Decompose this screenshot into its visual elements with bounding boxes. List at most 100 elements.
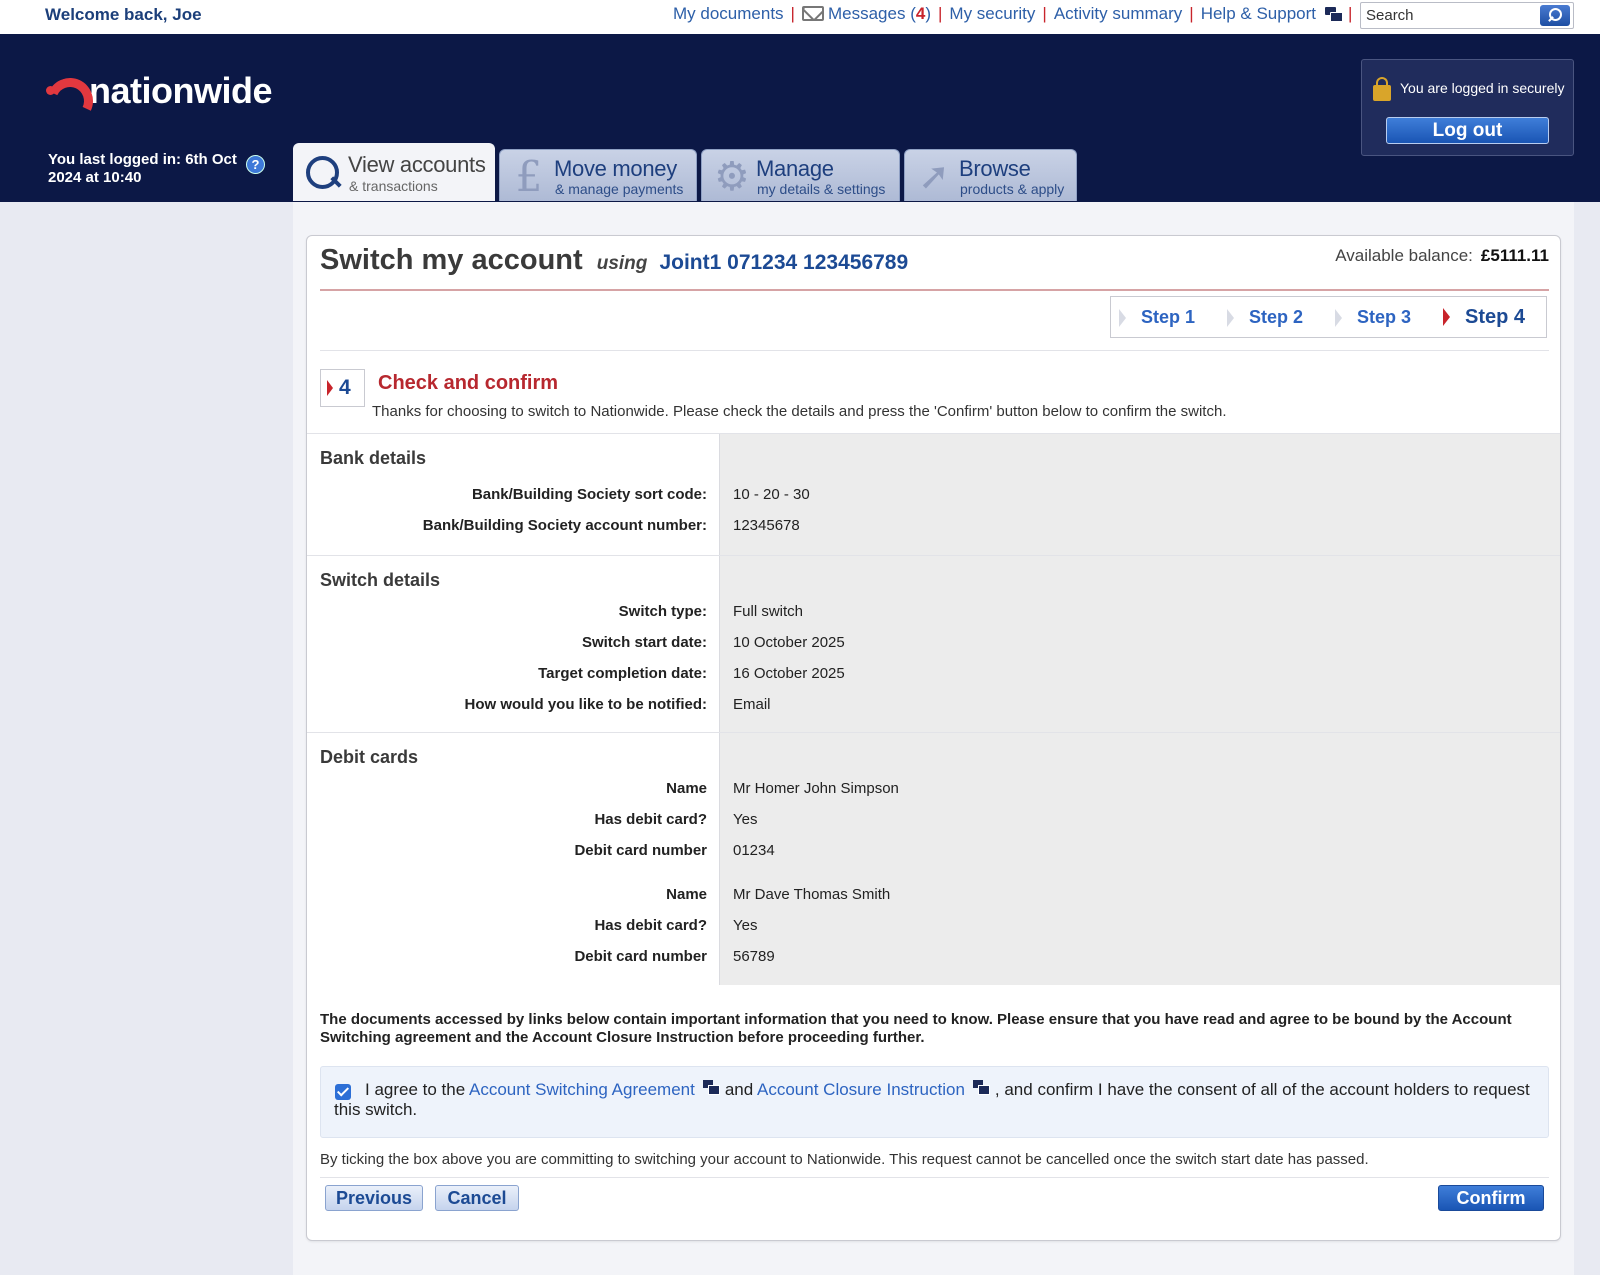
document-popup-icon[interactable] [972,1080,990,1095]
available-balance: Available balance: £5111.11 [1335,246,1549,266]
group-value-column: Full switch 10 October 2025 16 October 2… [720,556,1560,732]
detail-label: How would you like to be notified: [464,696,708,713]
help-support-link[interactable]: Help & Support [1201,4,1316,24]
group-label-column: Bank details Bank/Building Society sort … [307,434,720,555]
agreement-prefix: I agree to the [365,1080,466,1099]
detail-label: Switch start date: [581,634,707,651]
agreement-middle: and [724,1080,754,1099]
group-value-column: 10 - 20 - 30 12345678 [720,434,1560,555]
tab-manage[interactable]: ⚙ Manage my details & settings [701,149,900,201]
detail-value: Full switch [733,603,804,620]
search-button[interactable] [1540,5,1570,26]
available-balance-value: £5111.11 [1480,246,1549,265]
using-label: using [596,253,648,274]
welcome-message: Welcome back, Joe [45,5,202,24]
detail-label: Debit card number [574,948,707,965]
gear-icon: ⚙ [714,155,750,199]
step-number: 4 [339,376,351,399]
agreement-box: I agree to the Account Switching Agreeme… [320,1066,1549,1138]
search-input[interactable] [1361,3,1531,27]
detail-label: Bank/Building Society sort code: [471,486,707,503]
last-logged-in: You last logged in: 6th Oct 2024 at 10:4… [48,151,237,186]
search-icon [306,154,340,189]
nationwide-logo[interactable]: nationwide [45,70,273,112]
step-2: Step 2 [1219,307,1327,328]
tab-subtitle: & transactions [349,178,438,194]
detail-value: 10 October 2025 [733,634,845,651]
detail-label: Switch type: [618,603,707,620]
group-value-column: Mr Homer John Simpson Yes 01234 Mr Dave … [720,733,1560,985]
page-title-text: Switch my account [320,244,583,276]
pound-icon: £ [515,152,543,201]
account-closure-instruction-link[interactable]: Account Closure Instruction [757,1080,965,1099]
detail-value: 56789 [733,948,775,965]
detail-value: Email [733,696,771,713]
tab-browse[interactable]: ➚ Browse products & apply [904,149,1077,201]
tab-subtitle: & manage payments [555,181,684,197]
secure-login-box: You are logged in securely Log out [1361,59,1574,156]
agreement-text: I agree to the Account Switching Agreeme… [334,1080,1534,1120]
account-switching-agreement-link[interactable]: Account Switching Agreement [469,1080,695,1099]
activity-summary-link[interactable]: Activity summary [1054,4,1182,24]
detail-label: Name [666,780,707,797]
debit-cards-group: Debit cards Name Has debit card? Debit c… [307,732,1560,985]
available-balance-label: Available balance: [1335,246,1473,265]
detail-value: 10 - 20 - 30 [733,486,810,503]
messages-close-paren: ) [925,4,931,23]
tab-title: Move money [554,156,677,181]
messages-count: 4 [915,4,926,23]
group-title: Bank details [320,448,427,468]
secure-login-text: You are logged in securely [1400,80,1565,96]
switch-account-panel: Switch my account using Joint1 071234 12… [306,235,1561,1241]
detail-value: Mr Dave Thomas Smith [733,886,891,903]
messages-label: Messages [827,4,906,23]
my-documents-link[interactable]: My documents [673,4,784,24]
tab-view-accounts[interactable]: View accounts & transactions [293,143,495,201]
padlock-icon [1373,77,1391,101]
separator: | [1189,4,1194,23]
detail-label: Bank/Building Society account number: [422,517,707,534]
group-title: Debit cards [320,747,419,767]
tab-subtitle: products & apply [960,181,1065,197]
detail-value: Yes [733,917,758,934]
section-intro: Thanks for choosing to switch to Nationw… [372,403,1227,420]
separator: | [1042,4,1047,23]
messages-link[interactable]: Messages (4) [801,4,931,24]
detail-label: Has debit card? [594,917,707,934]
switch-details-group: Switch details Switch type: Switch start… [307,555,1560,732]
detail-value: 12345678 [733,517,800,534]
detail-value: Mr Homer John Simpson [733,780,899,797]
logo-mark-icon [45,74,81,108]
detail-label: Has debit card? [594,811,707,828]
group-label-column: Debit cards Name Has debit card? Debit c… [307,733,720,985]
tab-subtitle: my details & settings [757,181,886,197]
main-nav-tabs: View accounts & transactions £ Move mone… [293,143,1081,201]
step-1: Step 1 [1111,307,1219,328]
bank-details-group: Bank details Bank/Building Society sort … [307,433,1560,555]
cursor-arrow-icon: ➚ [918,156,950,198]
log-out-button[interactable]: Log out [1386,117,1549,144]
separator: | [1348,4,1353,23]
help-question-icon[interactable]: ? [246,155,265,174]
group-title: Switch details [320,570,441,590]
document-popup-icon[interactable] [702,1080,720,1095]
page-title: Switch my account using Joint1 071234 12… [320,244,908,277]
confirm-button[interactable]: Confirm [1438,1185,1544,1211]
detail-label: Target completion date: [538,665,707,682]
top-utility-bar: Welcome back, Joe My documents | Message… [0,0,1600,34]
envelope-icon [801,6,824,21]
tab-move-money[interactable]: £ Move money & manage payments [499,149,697,201]
step-progress: Step 1 Step 2 Step 3 Step 4 [1110,296,1547,338]
divider [320,350,1549,351]
panel-header: Switch my account using Joint1 071234 12… [320,236,1549,291]
action-bar: Previous Cancel Confirm [320,1177,1549,1213]
detail-value: 01234 [733,842,775,859]
details-table: Bank details Bank/Building Society sort … [307,433,1560,990]
detail-value: Yes [733,811,758,828]
previous-button[interactable]: Previous [325,1185,423,1211]
group-label-column: Switch details Switch type: Switch start… [307,556,720,732]
cancel-button[interactable]: Cancel [435,1185,519,1211]
tab-title: Browse [959,156,1031,181]
my-security-link[interactable]: My security [949,4,1035,24]
chat-icon[interactable] [1325,7,1343,22]
